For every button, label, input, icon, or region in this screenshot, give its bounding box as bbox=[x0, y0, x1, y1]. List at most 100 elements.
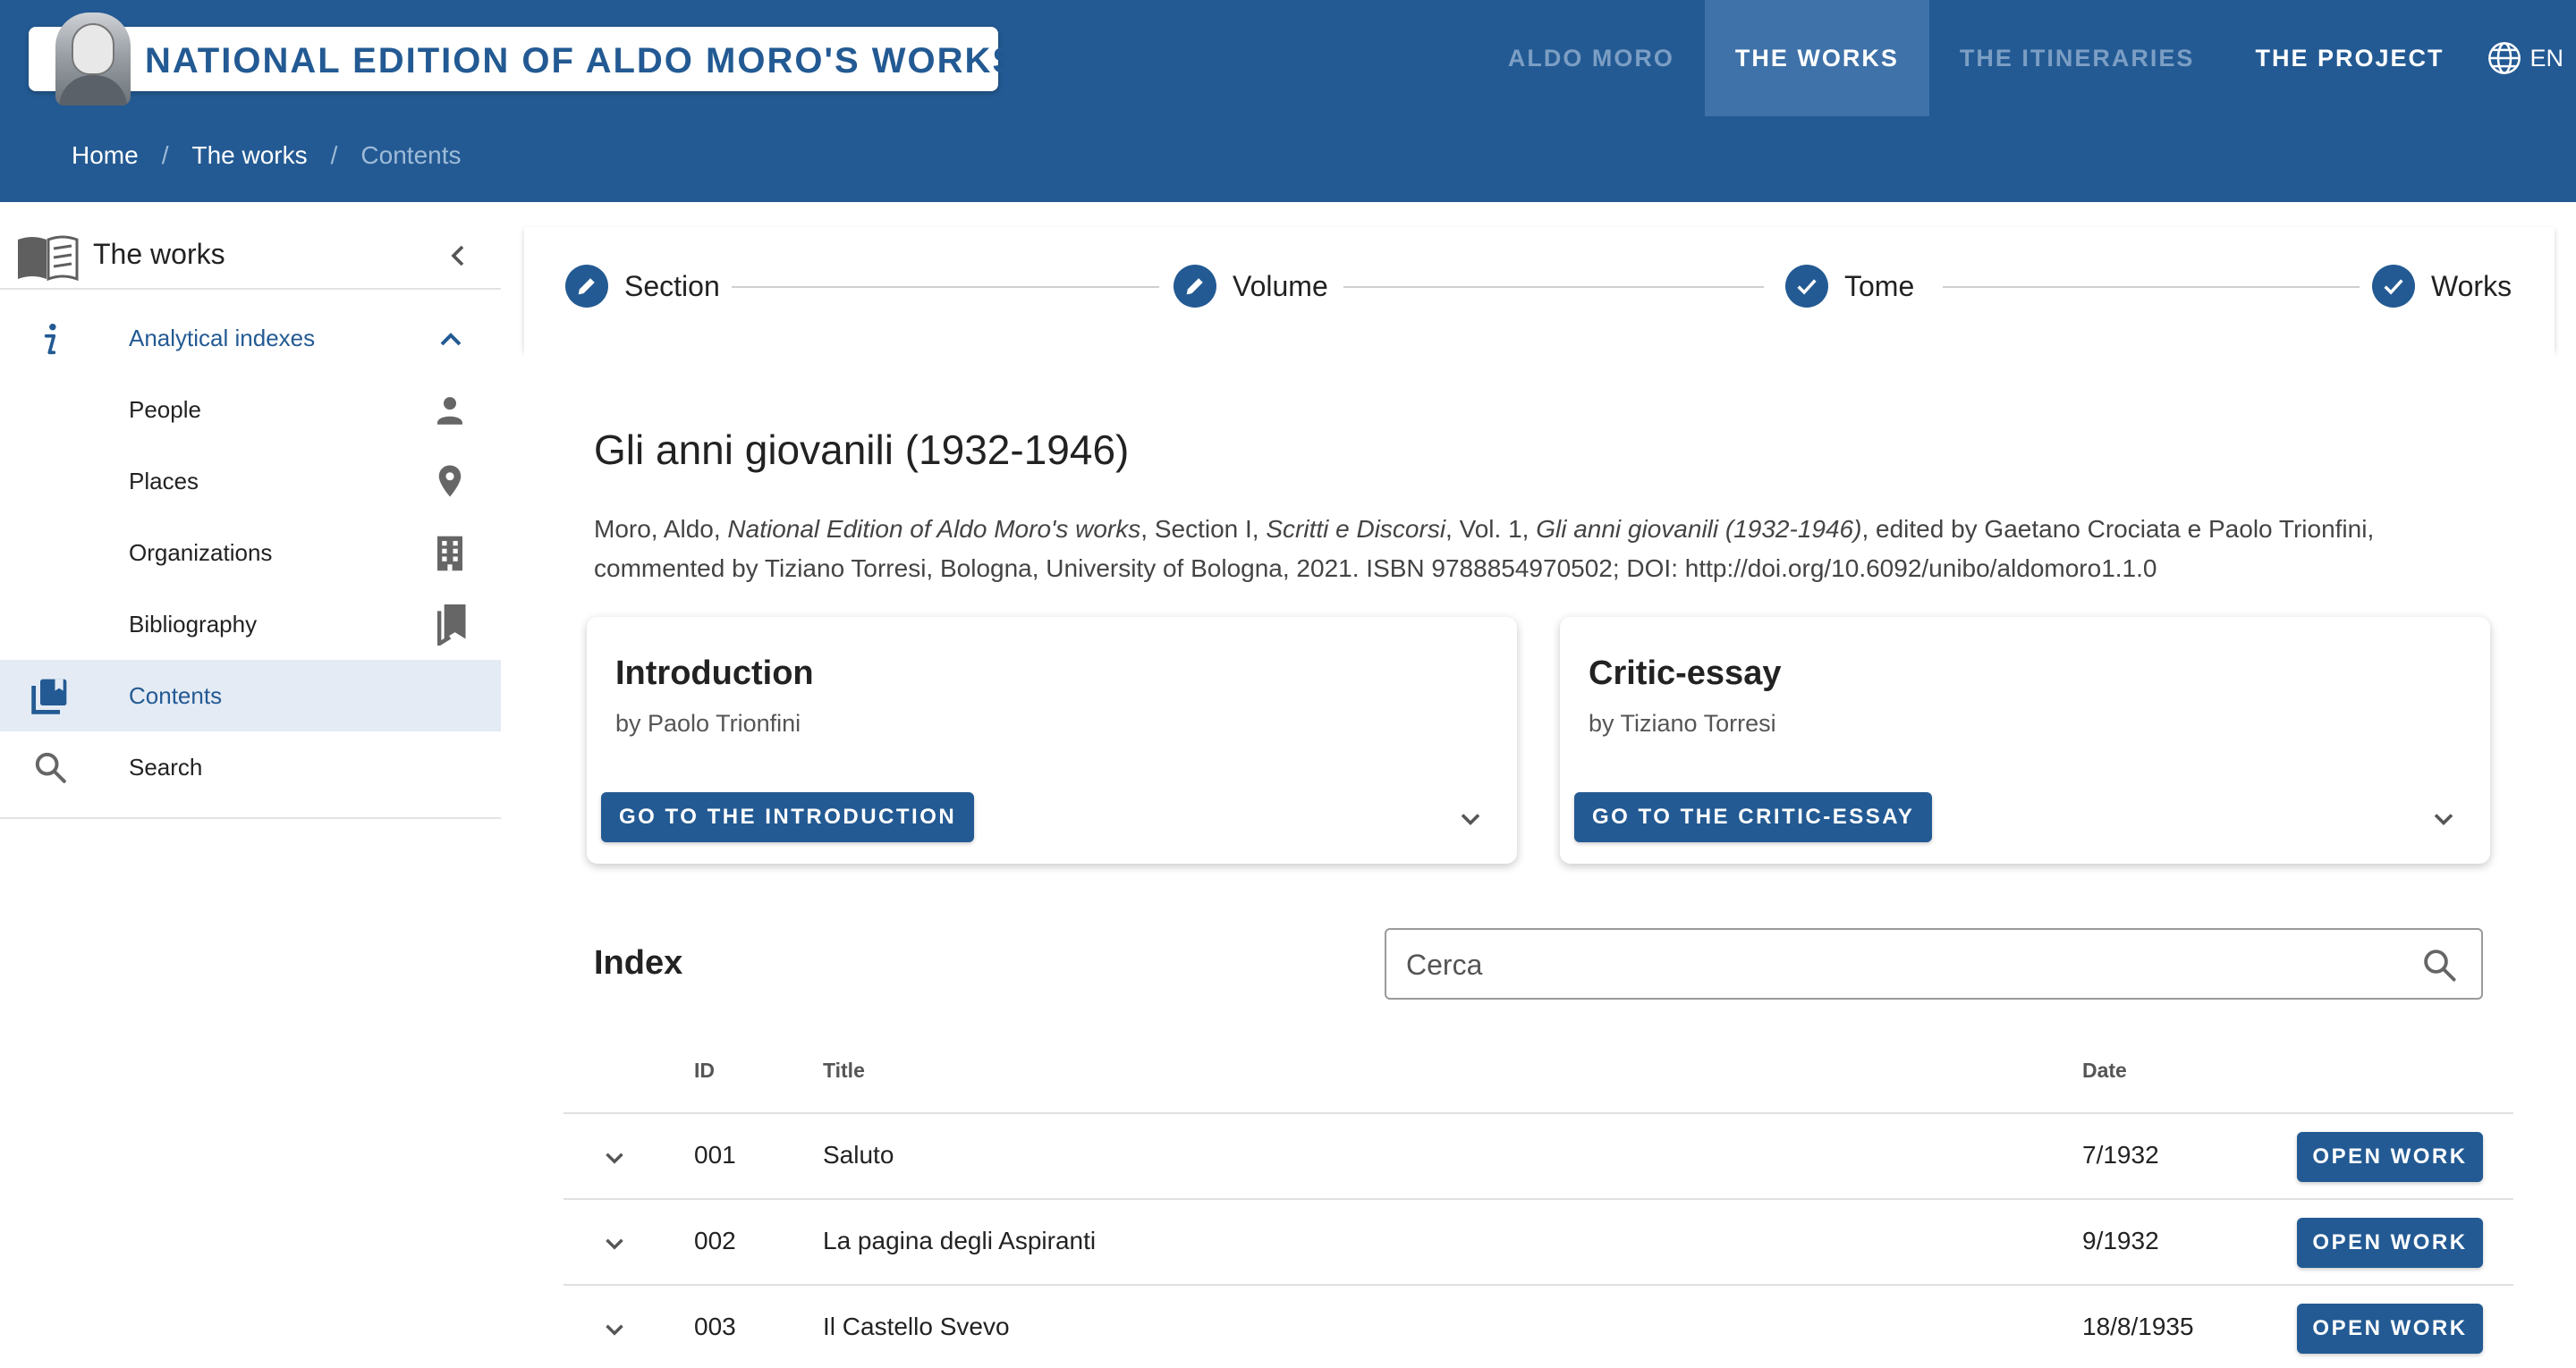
chevron-down-icon[interactable] bbox=[599, 1143, 630, 1173]
nav-the-itineraries[interactable]: THE ITINERARIES bbox=[1929, 0, 2225, 116]
row-title: Il Castello Svevo bbox=[823, 1313, 1010, 1340]
nav-the-project[interactable]: THE PROJECT bbox=[2224, 0, 2474, 116]
step-connector bbox=[732, 286, 1159, 288]
row-id: 003 bbox=[694, 1313, 736, 1340]
row-id: 001 bbox=[694, 1141, 736, 1169]
sidebar-item-contents[interactable]: Contents bbox=[0, 660, 501, 731]
open-work-button[interactable]: OPEN WORK bbox=[2297, 1304, 2483, 1354]
library-books-icon bbox=[31, 679, 67, 714]
chevron-down-icon[interactable] bbox=[599, 1229, 630, 1259]
chevron-up-icon[interactable] bbox=[433, 322, 469, 358]
row-id: 002 bbox=[694, 1227, 736, 1254]
breadcrumb-the-works[interactable]: The works bbox=[191, 141, 307, 170]
chevron-left-icon[interactable] bbox=[440, 238, 476, 274]
sidebar-divider bbox=[0, 288, 501, 290]
go-to-critic-essay-button[interactable]: GO TO THE CRITIC-ESSAY bbox=[1574, 792, 1933, 842]
open-work-button[interactable]: OPEN WORK bbox=[2297, 1132, 2483, 1182]
step-volume[interactable]: Volume bbox=[1174, 265, 1328, 308]
chevron-down-icon[interactable] bbox=[1454, 803, 1487, 835]
info-icon bbox=[44, 324, 56, 355]
language-selector[interactable]: EN bbox=[2474, 0, 2576, 116]
column-header-id: ID bbox=[694, 1059, 715, 1082]
breadcrumb-stepper: Section Volume Tome Works bbox=[524, 227, 2555, 350]
go-to-introduction-button[interactable]: GO TO THE INTRODUCTION bbox=[601, 792, 975, 842]
sidebar-header: The works bbox=[0, 225, 501, 288]
breadcrumb: Home / The works / Contents bbox=[72, 141, 462, 170]
table-row: 002 La pagina degli Aspiranti 9/1932 OPE… bbox=[564, 1200, 2513, 1286]
sidebar-item-search[interactable]: Search bbox=[0, 731, 501, 803]
citation-italic: Scritti e Discorsi bbox=[1266, 515, 1446, 543]
sidebar-item-label: Organizations bbox=[129, 538, 273, 566]
index-search-input[interactable] bbox=[1406, 942, 2390, 987]
breadcrumb-separator: / bbox=[161, 141, 169, 169]
sidebar-item-label: Analytical indexes bbox=[129, 324, 316, 351]
search-icon bbox=[35, 752, 66, 783]
sidebar-divider bbox=[0, 817, 501, 819]
nav-the-works[interactable]: THE WORKS bbox=[1704, 0, 1929, 116]
citation-italic: Gli anni giovanili (1932-1946) bbox=[1536, 515, 1862, 543]
volume-citation: Moro, Aldo, National Edition of Aldo Mor… bbox=[594, 510, 2490, 588]
sidebar-item-label: Search bbox=[129, 753, 203, 781]
pencil-icon bbox=[1174, 265, 1216, 308]
search-icon[interactable] bbox=[2420, 946, 2458, 984]
sidebar-item-label: Contents bbox=[129, 681, 223, 709]
index-search bbox=[1385, 928, 2483, 1000]
sidebar-item-label: Places bbox=[129, 467, 199, 494]
index-title: Index bbox=[594, 944, 683, 982]
pencil-icon bbox=[565, 265, 608, 308]
step-label: Tome bbox=[1844, 269, 1915, 302]
step-works[interactable]: Works bbox=[2372, 265, 2512, 308]
nav-aldo-moro[interactable]: ALDO MORO bbox=[1478, 0, 1705, 116]
site-logo[interactable]: NATIONAL EDITION OF ALDO MORO'S WORKS bbox=[29, 13, 1016, 106]
sidebar-item-places[interactable]: Places bbox=[0, 445, 501, 517]
sidebar: The works Analytical indexes People Plac… bbox=[0, 202, 501, 1368]
aldo-moro-portrait-icon bbox=[55, 13, 131, 106]
sidebar-item-label: People bbox=[129, 395, 201, 423]
breadcrumb-contents: Contents bbox=[360, 141, 462, 169]
building-icon bbox=[437, 536, 462, 571]
citation-text: Moro, Aldo, bbox=[594, 515, 728, 543]
sidebar-item-label: Bibliography bbox=[129, 610, 258, 638]
sidebar-item-bibliography[interactable]: Bibliography bbox=[0, 588, 501, 660]
row-title: Saluto bbox=[823, 1141, 894, 1169]
row-title: La pagina degli Aspiranti bbox=[823, 1227, 1097, 1254]
sidebar-item-organizations[interactable]: Organizations bbox=[0, 517, 501, 588]
sidebar-item-people[interactable]: People bbox=[0, 374, 501, 445]
sidebar-title: The works bbox=[93, 238, 225, 270]
open-book-icon bbox=[18, 235, 79, 281]
column-header-date: Date bbox=[2082, 1059, 2127, 1082]
column-header-title: Title bbox=[823, 1059, 865, 1082]
table-row: 001 Saluto 7/1932 OPEN WORK bbox=[564, 1114, 2513, 1200]
row-date: 7/1932 bbox=[2082, 1141, 2159, 1169]
row-date: 9/1932 bbox=[2082, 1227, 2159, 1254]
step-connector bbox=[1943, 286, 2360, 288]
step-label: Works bbox=[2431, 269, 2512, 302]
step-tome[interactable]: Tome bbox=[1785, 265, 1914, 308]
bookmarks-icon bbox=[436, 604, 466, 646]
card-title: Critic-essay bbox=[1589, 654, 1782, 692]
step-label: Volume bbox=[1233, 269, 1328, 302]
card-title: Introduction bbox=[615, 654, 814, 692]
volume-title: Gli anni giovanili (1932-1946) bbox=[594, 426, 1130, 473]
site-header: NATIONAL EDITION OF ALDO MORO'S WORKS AL… bbox=[0, 0, 2576, 202]
person-icon bbox=[437, 397, 462, 425]
breadcrumb-separator: / bbox=[330, 141, 338, 169]
table-row: 003 Il Castello Svevo 18/8/1935 OPEN WOR… bbox=[564, 1286, 2513, 1368]
chevron-down-icon[interactable] bbox=[2428, 803, 2460, 835]
citation-text: , Vol. 1, bbox=[1445, 515, 1537, 543]
introduction-card: Introduction by Paolo Trionfini GO TO TH… bbox=[587, 617, 1517, 864]
open-work-button[interactable]: OPEN WORK bbox=[2297, 1218, 2483, 1268]
sidebar-item-analytical-indexes[interactable]: Analytical indexes bbox=[0, 302, 501, 374]
card-author: by Paolo Trionfini bbox=[615, 710, 801, 737]
breadcrumb-home[interactable]: Home bbox=[72, 141, 139, 170]
step-section[interactable]: Section bbox=[565, 265, 720, 308]
critic-essay-card: Critic-essay by Tiziano Torresi GO TO TH… bbox=[1560, 617, 2490, 864]
citation-text: , Section I, bbox=[1140, 515, 1267, 543]
site-title: NATIONAL EDITION OF ALDO MORO'S WORKS bbox=[145, 41, 1019, 80]
card-author: by Tiziano Torresi bbox=[1589, 710, 1776, 737]
check-icon bbox=[1785, 265, 1828, 308]
main-nav: ALDO MORO THE WORKS THE ITINERARIES THE … bbox=[1478, 0, 2576, 116]
step-connector bbox=[1343, 286, 1764, 288]
chevron-down-icon[interactable] bbox=[599, 1314, 630, 1345]
globe-icon bbox=[2488, 42, 2521, 74]
